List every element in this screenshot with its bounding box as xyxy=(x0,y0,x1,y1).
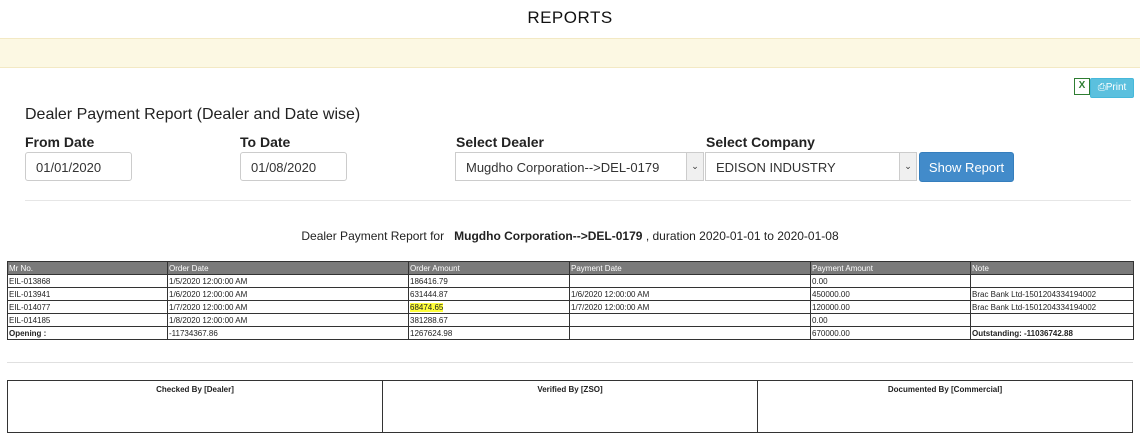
to-date-label: To Date xyxy=(240,134,291,150)
documented-by-cell: Documented By [Commercial] xyxy=(757,380,1133,433)
divider xyxy=(7,362,1133,363)
mr-no-cell: EIL-013868 xyxy=(7,274,168,288)
payment-amount-cell: 0.00 xyxy=(810,313,971,327)
mr-no-cell: EIL-014185 xyxy=(7,313,168,327)
to-date-input[interactable]: 01/08/2020 xyxy=(240,152,347,181)
excel-icon[interactable]: X xyxy=(1074,78,1090,95)
dealer-label: Select Dealer xyxy=(456,134,544,150)
divider xyxy=(25,200,1131,201)
order-amount-cell: 186416.79 xyxy=(408,274,570,288)
order-amount-cell: 631444.87 xyxy=(408,287,570,301)
payment-date-cell: 1/6/2020 12:00:00 AM xyxy=(569,287,811,301)
payment-amount-cell: 450000.00 xyxy=(810,287,971,301)
from-date-label: From Date xyxy=(25,134,95,150)
mr-no-cell: EIL-013941 xyxy=(7,287,168,301)
column-header: Order Date xyxy=(167,261,409,275)
opening-payment-amount: 670000.00 xyxy=(810,326,971,340)
order-date-cell: 1/6/2020 12:00:00 AM xyxy=(167,287,409,301)
print-button[interactable]: ⎙Print xyxy=(1090,78,1134,98)
table-row: EIL-014185 1/8/2020 12:00:00 AM 381288.6… xyxy=(7,313,1134,327)
alert-bar xyxy=(0,38,1140,68)
highlighted-amount: 68474.65 xyxy=(410,302,444,312)
checked-by-cell: Checked By [Dealer] xyxy=(7,380,383,433)
dealer-select-value: Mugdho Corporation-->DEL-0179 xyxy=(466,160,660,175)
opening-label: Opening : xyxy=(7,326,168,340)
dealer-select[interactable]: Mugdho Corporation-->DEL-0179 ⌄ xyxy=(455,152,704,181)
order-date-cell: 1/8/2020 12:00:00 AM xyxy=(167,313,409,327)
opening-order-amount: 1267624.98 xyxy=(408,326,570,340)
payment-date-cell xyxy=(569,313,811,327)
print-icon: ⎙ xyxy=(1097,82,1106,93)
verified-by-cell: Verified By [ZSO] xyxy=(382,380,758,433)
print-label: Print xyxy=(1105,82,1127,93)
payment-date-cell xyxy=(569,274,811,288)
note-cell xyxy=(970,274,1134,288)
company-select-value: EDISON INDUSTRY xyxy=(716,160,836,175)
caption-dealer: Mugdho Corporation-->DEL-0179 xyxy=(454,229,643,243)
column-header: Payment Date xyxy=(569,261,811,275)
table-row: EIL-014077 1/7/2020 12:00:00 AM 68474.65… xyxy=(7,300,1134,314)
column-header: Note xyxy=(970,261,1134,275)
opening-payment-date xyxy=(569,326,811,340)
column-header: Mr No. xyxy=(7,261,168,275)
note-cell: Brac Bank Ltd-1501204334194002 xyxy=(970,300,1134,314)
report-caption: Dealer Payment Report for Mugdho Corpora… xyxy=(0,229,1140,243)
payment-table: Mr No. Order Date Order Amount Payment D… xyxy=(7,261,1134,340)
payment-amount-cell: 0.00 xyxy=(810,274,971,288)
payment-amount-cell: 120000.00 xyxy=(810,300,971,314)
note-cell: Brac Bank Ltd-1501204334194002 xyxy=(970,287,1134,301)
table-row: EIL-013941 1/6/2020 12:00:00 AM 631444.8… xyxy=(7,287,1134,301)
show-report-button[interactable]: Show Report xyxy=(919,152,1014,182)
order-date-cell: 1/7/2020 12:00:00 AM xyxy=(167,300,409,314)
order-date-cell: 1/5/2020 12:00:00 AM xyxy=(167,274,409,288)
company-select[interactable]: EDISON INDUSTRY ⌄ xyxy=(705,152,917,181)
table-header-row: Mr No. Order Date Order Amount Payment D… xyxy=(7,261,1134,275)
column-header: Order Amount xyxy=(408,261,570,275)
opening-row: Opening : -11734367.86 1267624.98 670000… xyxy=(7,326,1134,340)
order-amount-cell: 381288.67 xyxy=(408,313,570,327)
mr-no-cell: EIL-014077 xyxy=(7,300,168,314)
from-date-input[interactable]: 01/01/2020 xyxy=(25,152,132,181)
caption-suffix: , duration 2020-01-01 to 2020-01-08 xyxy=(645,229,839,243)
page-title: REPORTS xyxy=(527,8,613,27)
opening-order-date: -11734367.86 xyxy=(167,326,409,340)
chevron-down-icon: ⌄ xyxy=(899,153,916,180)
payment-date-cell: 1/7/2020 12:00:00 AM xyxy=(569,300,811,314)
company-label: Select Company xyxy=(706,134,815,150)
table-row: EIL-013868 1/5/2020 12:00:00 AM 186416.7… xyxy=(7,274,1134,288)
outstanding-cell: Outstanding: -11036742.88 xyxy=(970,326,1134,340)
signature-table: Checked By [Dealer] Verified By [ZSO] Do… xyxy=(7,380,1133,433)
order-amount-cell: 68474.65 xyxy=(408,300,570,314)
chevron-down-icon: ⌄ xyxy=(686,153,703,180)
caption-prefix: Dealer Payment Report for xyxy=(301,229,445,243)
note-cell xyxy=(970,313,1134,327)
form-heading: Dealer Payment Report (Dealer and Date w… xyxy=(25,106,361,123)
column-header: Payment Amount xyxy=(810,261,971,275)
